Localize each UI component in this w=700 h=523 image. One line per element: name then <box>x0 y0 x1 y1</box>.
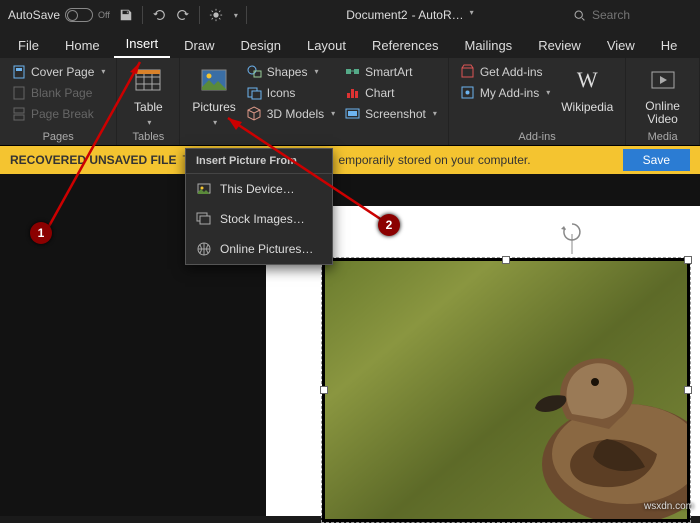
tab-view[interactable]: View <box>595 33 647 58</box>
search-input[interactable] <box>592 8 692 22</box>
duck-image <box>477 324 687 519</box>
resize-handle[interactable] <box>320 386 328 394</box>
smartart-button[interactable]: SmartArt <box>342 62 440 81</box>
tab-home[interactable]: Home <box>53 33 112 58</box>
dropdown-item-online-pictures[interactable]: Online Pictures… <box>186 234 332 264</box>
picture-icon <box>198 64 230 96</box>
doc-name: Document2 <box>346 8 407 22</box>
page-icon <box>11 64 26 79</box>
wikipedia-button[interactable]: W Wikipedia <box>557 62 617 129</box>
wikipedia-icon: W <box>571 64 603 96</box>
search-box[interactable] <box>573 8 692 22</box>
callout-2: 2 <box>378 214 400 236</box>
menu-tabs: File Home Insert Draw Design Layout Refe… <box>0 30 700 58</box>
tab-design[interactable]: Design <box>229 33 293 58</box>
callout-1: 1 <box>30 222 52 244</box>
icons-button[interactable]: Icons <box>244 83 338 102</box>
tab-layout[interactable]: Layout <box>295 33 358 58</box>
store-icon <box>460 64 475 79</box>
tab-file[interactable]: File <box>6 33 51 58</box>
page-icon <box>11 85 26 100</box>
autosave-toggle[interactable]: AutoSave Off <box>8 8 110 22</box>
annotation-arrow <box>222 112 392 230</box>
break-icon <box>11 106 26 121</box>
resize-handle[interactable] <box>684 256 692 264</box>
document-title: Document2 - AutoR… ▾ <box>255 8 565 22</box>
resize-handle[interactable] <box>502 256 510 264</box>
recovery-save-button[interactable]: Save <box>623 149 690 171</box>
get-addins-button[interactable]: Get Add-ins <box>457 62 553 81</box>
tab-review[interactable]: Review <box>526 33 593 58</box>
tab-help[interactable]: He <box>649 33 690 58</box>
autosave-label: AutoSave <box>8 8 60 22</box>
redo-icon[interactable] <box>175 7 191 23</box>
undo-icon[interactable] <box>151 7 167 23</box>
online-video-button[interactable]: Online Video <box>634 62 691 129</box>
doc-suffix: - AutoR… <box>412 8 464 22</box>
save-icon[interactable] <box>118 7 134 23</box>
video-icon <box>647 64 679 96</box>
shapes-button[interactable]: Shapes▾ <box>244 62 338 81</box>
group-label: Add-ins <box>457 129 617 143</box>
group-addins: Get Add-ins My Add-ins▾ W Wikipedia Add-… <box>448 58 626 145</box>
addins-icon <box>460 85 475 100</box>
chevron-down-icon[interactable]: ▾ <box>234 11 238 20</box>
chart-icon <box>345 85 360 100</box>
title-bar: AutoSave Off ▾ Document2 - AutoR… ▾ <box>0 0 700 30</box>
tab-draw[interactable]: Draw <box>172 33 226 58</box>
tab-insert[interactable]: Insert <box>114 31 171 58</box>
globe-icon <box>196 241 212 257</box>
my-addins-button[interactable]: My Add-ins▾ <box>457 83 553 102</box>
chart-button[interactable]: Chart <box>342 83 440 102</box>
device-icon <box>196 181 212 197</box>
search-icon <box>573 9 586 22</box>
tab-references[interactable]: References <box>360 33 450 58</box>
smartart-icon <box>345 64 360 79</box>
group-media: Online Video Media <box>626 58 700 145</box>
tab-mailings[interactable]: Mailings <box>453 33 525 58</box>
rotate-handle-icon[interactable] <box>560 220 584 256</box>
brightness-icon[interactable] <box>208 7 224 23</box>
toggle-switch-icon[interactable] <box>65 8 93 22</box>
annotation-arrow <box>40 56 150 236</box>
watermark: wsxdn.com <box>644 501 694 512</box>
group-label: Media <box>634 129 691 143</box>
autosave-state: Off <box>98 10 110 20</box>
icons-icon <box>247 85 262 100</box>
image-frame[interactable] <box>322 258 690 522</box>
stock-icon <box>196 211 212 227</box>
chevron-down-icon[interactable]: ▾ <box>470 8 474 22</box>
shapes-icon <box>247 64 262 79</box>
